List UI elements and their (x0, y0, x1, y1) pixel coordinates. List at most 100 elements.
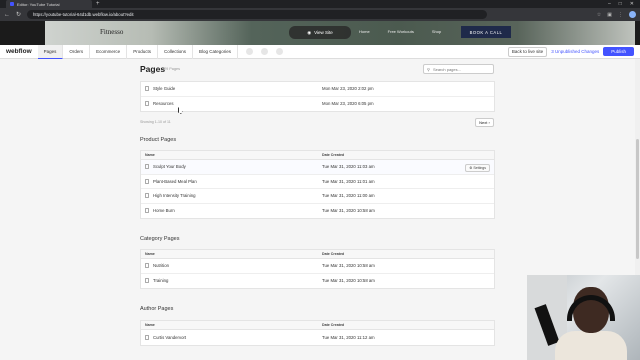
column-header-name: Name (145, 323, 155, 327)
page-date: Tue Mar 31, 2020 10:58 am (322, 278, 375, 284)
section-title-category-pages: Category Pages (140, 236, 180, 242)
page-count: 29 Pages (164, 67, 181, 71)
category-pages-table: Name Date Created Nutrition Tue Mar 31, … (140, 249, 495, 289)
page-icon (145, 101, 149, 107)
page-settings-button[interactable]: ⚙ Settings (465, 163, 490, 172)
settings-icon[interactable] (261, 48, 268, 55)
eye-icon: ◉ (307, 29, 312, 35)
editor-actions: Back to live site 3 Unpublished Changes … (507, 46, 640, 57)
page-date: Tue Mar 31, 2020 11:01 am (322, 178, 375, 184)
help-icon[interactable] (276, 48, 283, 55)
url-text: https://youtube-tutorial-64d1db.webflow.… (33, 12, 134, 17)
page-name: Plant-Based Meal Plan (153, 178, 197, 184)
tab-orders[interactable]: Orders (63, 44, 91, 59)
page-name: Sculpt Your Body (153, 164, 186, 170)
unpublished-changes-link[interactable]: 3 Unpublished Changes (551, 49, 599, 54)
tab-products[interactable]: Products (127, 44, 158, 59)
browser-toolbar: ← ↻ https://youtube-tutorial-64d1db.webf… (0, 8, 640, 21)
table-row[interactable]: Style Guide Mon Mar 23, 2020 2:02 pm (141, 82, 494, 97)
page-name: High Intensity Training (153, 193, 196, 199)
site-nav-link[interactable]: Home (359, 29, 370, 34)
webflow-favicon-icon (10, 2, 14, 6)
site-preview: Fitnesso ◉ View Site Home Free Workouts … (45, 21, 635, 45)
page-name: Resources (153, 101, 174, 107)
close-icon[interactable]: ✕ (630, 1, 634, 7)
table-header: Name Date Created (141, 321, 494, 330)
editor-bar: webflow Pages Orders Ecommerce Products … (0, 44, 640, 59)
page-name: Training (153, 278, 169, 284)
table-row[interactable]: Training Tue Mar 31, 2020 10:58 am (141, 274, 494, 289)
site-nav-link[interactable]: Shop (432, 29, 441, 34)
extension-icon[interactable]: ▣ (607, 12, 612, 18)
table-row[interactable]: Sculpt Your Body Tue Mar 31, 2020 11:03 … (141, 160, 494, 175)
search-input[interactable]: ⚲ Search pages... (423, 64, 494, 74)
table-header: Name Date Created (141, 250, 494, 259)
book-call-button[interactable]: BOOK A CALL (461, 26, 511, 38)
back-to-live-site-button[interactable]: Back to live site (507, 46, 548, 57)
page-name: Home Burn (153, 208, 175, 214)
add-icon[interactable] (246, 48, 253, 55)
table-row[interactable]: Curtis Vandervort Tue Mar 31, 2020 11:12… (141, 330, 494, 345)
settings-label: Settings (473, 165, 486, 170)
column-header-name: Name (145, 252, 155, 256)
tab-collections[interactable]: Collections (158, 44, 193, 59)
view-site-button[interactable]: ◉ View Site (289, 26, 351, 39)
page-icon (145, 178, 149, 184)
search-icon: ⚲ (427, 66, 430, 72)
scrollbar-thumb[interactable] (636, 139, 639, 259)
address-bar[interactable]: https://youtube-tutorial-64d1db.webflow.… (27, 10, 488, 19)
page-name: Nutrition (153, 263, 170, 269)
table-header: Name Date Created (141, 151, 494, 160)
page-icon (145, 334, 149, 340)
window-controls: – □ ✕ (608, 1, 640, 7)
page-name: Style Guide (153, 86, 176, 92)
webflow-logo: webflow (6, 48, 32, 55)
browser-tab[interactable]: Editor: YouTube Tutorial (6, 0, 92, 8)
minimize-icon[interactable]: – (608, 1, 611, 7)
new-tab-button[interactable]: + (96, 1, 100, 7)
page-icon (145, 86, 149, 92)
tab-ecommerce[interactable]: Ecommerce (90, 44, 128, 59)
page-icon (145, 278, 149, 284)
page-date: Tue Mar 31, 2020 11:12 am (322, 334, 375, 340)
presenter-shirt (555, 331, 627, 360)
publish-button[interactable]: Publish (603, 47, 634, 56)
tab-pages[interactable]: Pages (37, 44, 64, 59)
page-date: Tue Mar 31, 2020 10:58 am (322, 263, 375, 269)
view-site-label: View Site (314, 30, 333, 35)
table-row[interactable]: Resources Mon Mar 23, 2020 6:05 pm (141, 97, 494, 112)
table-row[interactable]: High Intensity Training Tue Mar 31, 2020… (141, 189, 494, 204)
column-header-date: Date Created (322, 323, 345, 327)
site-nav: Home Free Workouts Shop (359, 29, 441, 34)
page-icon (145, 263, 149, 269)
next-page-button[interactable]: Next › (475, 118, 494, 127)
maximize-icon[interactable]: □ (619, 1, 622, 7)
table-row[interactable]: Nutrition Tue Mar 31, 2020 10:58 am (141, 259, 494, 274)
page-name: Curtis Vandervort (153, 334, 187, 340)
back-arrow-icon[interactable]: ← (4, 12, 10, 18)
page-icon (145, 193, 149, 199)
column-header-name: Name (145, 153, 155, 157)
browser-tab-strip: Editor: YouTube Tutorial + – □ ✕ (0, 0, 640, 8)
site-brand: Fitnesso (100, 28, 124, 36)
pagination-status: Showing 1-10 of 11 (140, 120, 171, 124)
table-row[interactable]: Home Burn Tue Mar 31, 2020 10:58 am (141, 204, 494, 219)
menu-dots-icon[interactable]: ⋮ (618, 12, 623, 18)
page-title: Pages (140, 64, 166, 74)
page-date: Mon Mar 23, 2020 6:05 pm (322, 101, 374, 107)
star-icon[interactable]: ☆ (597, 12, 601, 18)
page-date: Mon Mar 23, 2020 2:02 pm (322, 86, 374, 92)
page-date: Tue Mar 31, 2020 10:58 am (322, 208, 375, 214)
table-row[interactable]: Plant-Based Meal Plan Tue Mar 31, 2020 1… (141, 175, 494, 189)
product-pages-table: Name Date Created Sculpt Your Body Tue M… (140, 150, 495, 219)
tab-blog-categories[interactable]: Blog Categories (193, 44, 238, 59)
reload-icon[interactable]: ↻ (16, 11, 21, 18)
page-date: Tue Mar 31, 2020 11:00 am (322, 193, 375, 199)
column-header-date: Date Created (322, 252, 345, 256)
section-title-author-pages: Author Pages (140, 306, 174, 312)
page-icon (145, 208, 149, 214)
column-header-date: Date Created (322, 153, 345, 157)
site-nav-link[interactable]: Free Workouts (388, 29, 414, 34)
page-icon (145, 164, 149, 170)
profile-avatar[interactable] (629, 11, 636, 18)
